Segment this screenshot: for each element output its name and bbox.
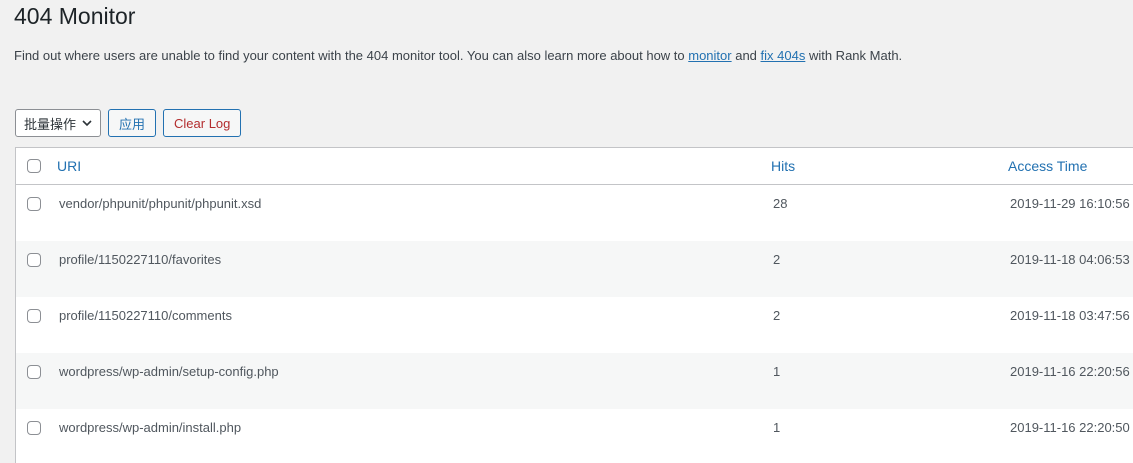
row-hits: 2 (773, 252, 781, 267)
row-access-time: 2019-11-16 22:20:56 (1010, 364, 1130, 379)
table-row: profile/1150227110/comments 2 2019-11-18… (16, 297, 1133, 353)
row-hits: 2 (773, 308, 781, 323)
row-uri: profile/1150227110/favorites (59, 252, 222, 267)
description-prefix: Find out where users are unable to find … (14, 48, 689, 63)
row-checkbox[interactable] (27, 197, 41, 211)
bulk-actions-value: 批量操作 (24, 116, 77, 132)
clear-log-button[interactable]: Clear Log (163, 109, 242, 137)
monitor-link[interactable]: monitor (688, 48, 731, 63)
row-access-time: 2019-11-16 22:20:50 (1010, 420, 1130, 435)
fix-404s-link[interactable]: fix 404s (761, 48, 806, 63)
row-hits: 1 (773, 420, 781, 435)
row-hits: 1 (773, 364, 781, 379)
row-hits: 28 (773, 196, 788, 211)
table-row: wordpress/wp-admin/setup-config.php 1 20… (16, 353, 1133, 409)
table-row: profile/1150227110/favorites 2 2019-11-1… (16, 241, 1133, 297)
chevron-down-icon (82, 120, 92, 127)
row-uri: profile/1150227110/comments (59, 308, 232, 323)
table-row: vendor/phpunit/phpunit/phpunit.xsd 28 20… (16, 185, 1133, 241)
row-access-time: 2019-11-29 16:10:56 (1010, 196, 1130, 211)
apply-button[interactable]: 应用 (108, 109, 157, 137)
select-all-checkbox[interactable] (27, 159, 41, 173)
page-description: Find out where users are unable to find … (14, 47, 902, 65)
description-mid: and (731, 48, 761, 63)
log-table: URI Hits Access Time vendor/phpunit/phpu… (15, 147, 1133, 463)
column-header-uri[interactable]: URI (57, 158, 81, 174)
description-suffix: with Rank Math. (805, 48, 903, 63)
row-checkbox[interactable] (27, 309, 41, 323)
row-uri: wordpress/wp-admin/install.php (59, 420, 242, 435)
column-header-hits[interactable]: Hits (771, 158, 795, 174)
page-title: 404 Monitor (14, 3, 136, 29)
table-row: wordpress/wp-admin/install.php 1 2019-11… (16, 409, 1133, 463)
column-header-access-time[interactable]: Access Time (1008, 158, 1087, 174)
row-uri: wordpress/wp-admin/setup-config.php (59, 364, 279, 379)
page: 404 Monitor Find out where users are una… (0, 0, 1133, 463)
row-checkbox[interactable] (27, 253, 41, 267)
bulk-actions-select[interactable]: 批量操作 (15, 109, 101, 137)
table-header: URI Hits Access Time (16, 148, 1133, 185)
row-access-time: 2019-11-18 04:06:53 (1010, 252, 1130, 267)
row-uri: vendor/phpunit/phpunit/phpunit.xsd (59, 196, 262, 211)
bulk-actions-toolbar: 批量操作 应用 Clear Log (15, 109, 242, 137)
row-access-time: 2019-11-18 03:47:56 (1010, 308, 1130, 323)
row-checkbox[interactable] (27, 365, 41, 379)
row-checkbox[interactable] (27, 421, 41, 435)
